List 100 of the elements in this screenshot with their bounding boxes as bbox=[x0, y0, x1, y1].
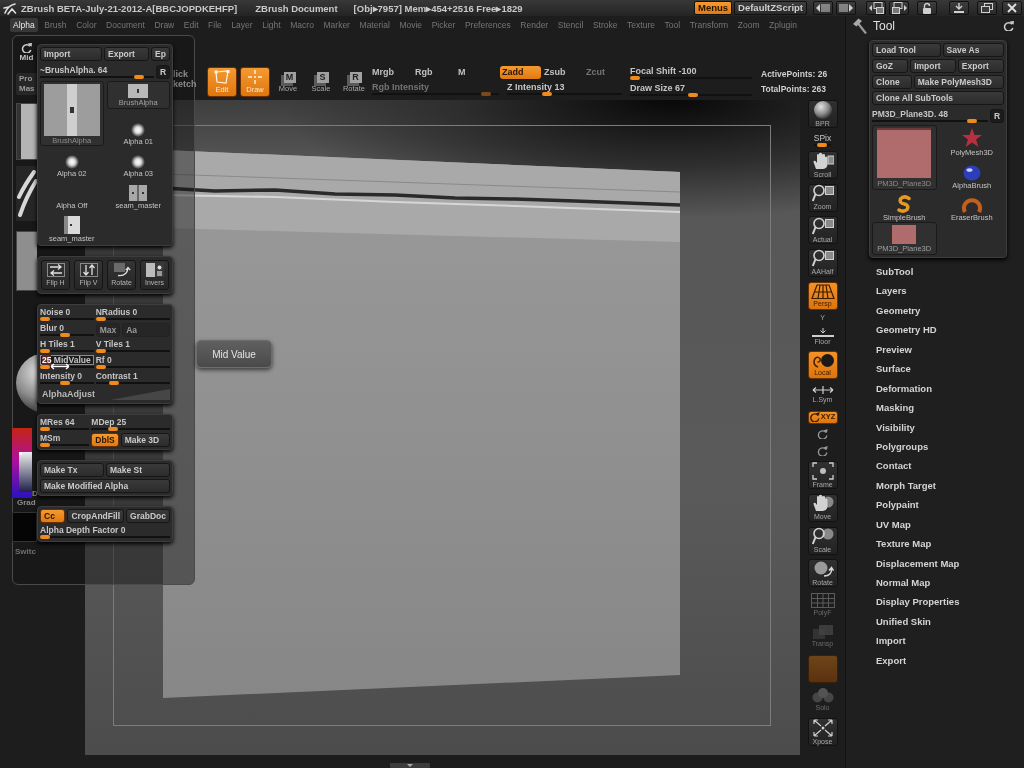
restore-button[interactable] bbox=[977, 1, 997, 15]
section-header[interactable]: SubTool bbox=[876, 262, 914, 282]
menu-item[interactable]: Tool bbox=[661, 18, 684, 32]
palette-button[interactable]: Ep bbox=[151, 47, 170, 61]
slider-reset-button[interactable]: R bbox=[990, 109, 1004, 123]
layout-button[interactable] bbox=[889, 1, 909, 15]
menu-item[interactable]: Zoom bbox=[734, 18, 763, 32]
menu-item[interactable]: Light bbox=[259, 18, 284, 32]
slider-thumb[interactable] bbox=[40, 349, 50, 353]
palette-button[interactable]: Export bbox=[957, 59, 1004, 73]
section-header[interactable]: Import bbox=[876, 631, 906, 651]
section-header[interactable]: UV Map bbox=[876, 514, 911, 535]
sculpt-mode-toggle[interactable]: Zsub bbox=[542, 66, 583, 79]
menu-item[interactable]: Marker bbox=[320, 18, 353, 32]
slider-thumb[interactable] bbox=[816, 142, 827, 147]
menu-item[interactable]: Texture bbox=[624, 18, 658, 32]
menu-item[interactable]: Preferences bbox=[461, 18, 514, 32]
section-header[interactable]: Visibility bbox=[876, 417, 915, 437]
minimize-button[interactable] bbox=[949, 1, 969, 15]
palette-button[interactable]: Make Modified Alpha bbox=[40, 479, 170, 493]
slider-thumb[interactable] bbox=[541, 92, 552, 96]
slider-thumb[interactable] bbox=[108, 427, 119, 431]
expand-button[interactable] bbox=[836, 1, 856, 15]
slider-thumb[interactable] bbox=[59, 381, 70, 385]
slider-thumb[interactable] bbox=[59, 333, 70, 337]
menu-item[interactable]: Brush bbox=[41, 18, 70, 32]
secondary-color-swatch[interactable] bbox=[12, 512, 37, 542]
lock-button[interactable] bbox=[917, 1, 937, 15]
menu-item[interactable]: Material bbox=[356, 18, 393, 32]
slider-thumb[interactable] bbox=[40, 427, 50, 431]
slider-thumb[interactable] bbox=[40, 365, 50, 369]
section-header[interactable]: Deformation bbox=[876, 378, 932, 399]
palette-button[interactable]: Make St bbox=[106, 463, 170, 477]
slider-thumb[interactable] bbox=[40, 443, 50, 447]
palette-button[interactable]: GrabDoc bbox=[126, 509, 170, 523]
section-header[interactable]: Geometry bbox=[876, 300, 921, 321]
shelf-button[interactable]: Pro Mas bbox=[16, 73, 37, 95]
slider-thumb[interactable] bbox=[630, 76, 640, 80]
palette-button[interactable]: Make PolyMesh3D bbox=[913, 75, 1004, 89]
palette-button[interactable]: Import bbox=[910, 59, 956, 73]
section-header[interactable]: Preview bbox=[876, 339, 912, 360]
slider-thumb[interactable] bbox=[40, 317, 50, 321]
close-button[interactable] bbox=[1002, 1, 1022, 15]
palette-button[interactable]: Clone All SubTools bbox=[872, 91, 1004, 105]
slider-thumb[interactable] bbox=[967, 119, 978, 123]
layout-button[interactable] bbox=[866, 1, 886, 15]
mid-button[interactable]: Mid bbox=[16, 43, 37, 62]
menu-item[interactable]: Picker bbox=[428, 18, 459, 32]
section-header[interactable]: Displacement Map bbox=[876, 553, 960, 573]
slider-thumb[interactable] bbox=[133, 75, 144, 79]
menu-item[interactable]: Movie bbox=[396, 18, 426, 32]
color-mode-toggle[interactable]: M bbox=[456, 66, 499, 79]
title-button[interactable]: Menus bbox=[693, 1, 733, 15]
section-header[interactable]: Surface bbox=[876, 359, 911, 379]
toggle-button[interactable]: DblS bbox=[91, 433, 119, 447]
section-header[interactable]: Normal Map bbox=[876, 573, 931, 593]
slider-input[interactable]: 25 MidValue bbox=[40, 355, 94, 365]
menu-item[interactable]: Transform bbox=[686, 18, 732, 32]
palette-button[interactable]: GoZ bbox=[872, 59, 909, 73]
menu-item[interactable]: Alpha bbox=[10, 18, 38, 32]
shelf-button[interactable] bbox=[815, 444, 830, 457]
section-header[interactable]: Geometry HD bbox=[876, 320, 937, 340]
slider-thumb[interactable] bbox=[40, 535, 50, 539]
menu-item[interactable]: Color bbox=[73, 18, 100, 32]
curve-button[interactable]: AlphaAdjust bbox=[40, 387, 170, 401]
color-mode-toggle[interactable]: Mrgb bbox=[370, 66, 413, 79]
shelf-button[interactable] bbox=[815, 428, 830, 441]
menu-item[interactable]: Render bbox=[517, 18, 552, 32]
slider-thumb[interactable] bbox=[108, 381, 119, 385]
brush-thumbnail[interactable] bbox=[16, 103, 37, 160]
palette-button[interactable]: Save As bbox=[942, 43, 1004, 57]
menu-item[interactable]: Document bbox=[103, 18, 148, 32]
section-header[interactable]: Display Properties bbox=[876, 592, 960, 612]
color-picker[interactable] bbox=[12, 428, 32, 498]
sculpt-mode-toggle[interactable]: Zadd bbox=[500, 66, 541, 79]
section-header[interactable]: Layers bbox=[876, 281, 907, 301]
palette-button[interactable]: Load Tool bbox=[872, 43, 941, 57]
menu-item[interactable]: File bbox=[205, 18, 225, 32]
section-header[interactable]: Export bbox=[876, 650, 907, 671]
section-header[interactable]: Masking bbox=[876, 398, 914, 418]
section-header[interactable]: Polygroups bbox=[876, 436, 929, 457]
slider-thumb[interactable] bbox=[688, 93, 699, 97]
palette-button[interactable]: CropAndFill bbox=[67, 509, 125, 523]
menu-item[interactable]: Macro bbox=[287, 18, 317, 32]
section-header[interactable]: Polypaint bbox=[876, 495, 919, 515]
menu-item[interactable]: Zplugin bbox=[766, 18, 800, 32]
section-header[interactable]: Contact bbox=[876, 456, 912, 476]
section-header[interactable]: Unified Skin bbox=[876, 611, 931, 632]
section-header[interactable]: Morph Target bbox=[876, 475, 936, 496]
section-header[interactable]: Texture Map bbox=[876, 534, 932, 554]
menu-item[interactable]: Edit bbox=[180, 18, 202, 32]
slider-thumb[interactable] bbox=[95, 349, 106, 353]
toggle-button[interactable]: Aa bbox=[122, 323, 170, 337]
menu-item[interactable]: Stroke bbox=[589, 18, 621, 32]
title-button[interactable]: DefaultZScript bbox=[734, 1, 807, 15]
reset-button[interactable] bbox=[1003, 21, 1014, 31]
toggle-button[interactable]: Max bbox=[95, 323, 121, 337]
shrink-button[interactable] bbox=[813, 1, 833, 15]
palette-button[interactable]: Import bbox=[40, 47, 102, 61]
palette-button[interactable]: Make Tx bbox=[40, 463, 104, 477]
